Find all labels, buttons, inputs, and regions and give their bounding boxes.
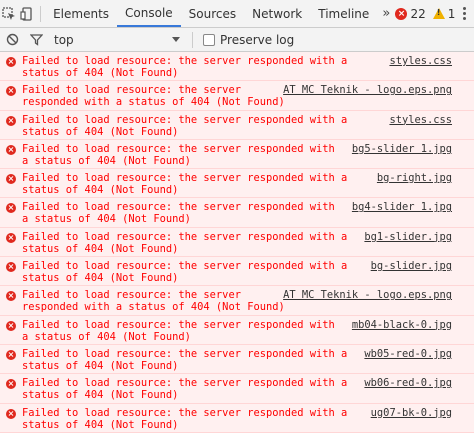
tab-elements[interactable]: Elements	[45, 0, 117, 27]
console-error-message: × ug07-bk-0.jpg Failed to load resource:…	[0, 403, 474, 433]
console-error-message: × styles.css Failed to load resource: th…	[0, 110, 474, 140]
error-icon: ×	[6, 291, 16, 302]
console-error-message: × wb06-red-0.jpg Failed to load resource…	[0, 374, 474, 404]
more-options-icon[interactable]	[459, 0, 470, 27]
console-toolbar: top Preserve log	[0, 28, 474, 52]
source-link[interactable]: AT MC Teknik - logo.eps.png	[283, 289, 452, 301]
console-log[interactable]: × styles.css Failed to load resource: th…	[0, 52, 474, 443]
error-icon: ×	[6, 262, 16, 273]
message-text: Failed to load resource: the server resp…	[22, 230, 348, 255]
inspect-element-icon[interactable]	[0, 0, 18, 28]
error-icon: ×	[6, 86, 16, 97]
source-link[interactable]: wb05-red-0.jpg	[364, 348, 452, 360]
message-text: Failed to load resource: the server resp…	[22, 172, 348, 197]
source-link[interactable]: mb04-black-0.jpg	[352, 319, 452, 331]
message-text: Failed to load resource: the server resp…	[22, 55, 348, 79]
error-icon: ×	[6, 232, 16, 243]
console-error-message: × AT MC Teknik - logo.eps.png Failed to …	[0, 81, 474, 111]
clear-console-icon[interactable]	[0, 28, 24, 52]
device-mode-icon[interactable]	[18, 0, 36, 28]
source-link[interactable]: bg-slider.jpg	[371, 260, 452, 272]
message-text: Failed to load resource: the server resp…	[22, 318, 335, 343]
chevron-down-icon	[172, 37, 180, 42]
toolbar-divider	[40, 6, 42, 22]
error-icon: ×	[6, 144, 16, 155]
console-error-message: × wb05-red-0.jpg Failed to load resource…	[0, 344, 474, 375]
console-error-message: × bg-right.jpg Failed to load resource: …	[0, 169, 474, 199]
error-icon: ×	[6, 57, 16, 67]
tab-network[interactable]: Network	[244, 0, 310, 27]
source-link[interactable]: ug07-bk-0.jpg	[371, 407, 452, 419]
console-error-message: × styles.css Failed to load resource: th…	[0, 52, 474, 82]
source-link[interactable]: bg-right.jpg	[377, 172, 452, 184]
error-icon: ×	[6, 203, 16, 214]
source-link[interactable]: styles.css	[389, 55, 452, 67]
source-link[interactable]: AT MC Teknik - logo.eps.png	[283, 84, 452, 96]
error-count: 22	[410, 6, 426, 21]
error-icon: ×	[6, 320, 16, 331]
message-text: Failed to load resource: the server resp…	[22, 260, 348, 285]
source-link[interactable]: bg1-slider.jpg	[364, 231, 452, 243]
toolbar-divider	[192, 31, 193, 48]
preserve-log-label: Preserve log	[220, 32, 295, 47]
source-link[interactable]: styles.css	[389, 114, 452, 126]
issue-counts[interactable]: × 22 1	[395, 0, 459, 27]
message-text: Failed to load resource: the server resp…	[22, 113, 348, 138]
error-icon: ×	[395, 7, 408, 20]
message-text: Failed to load resource: the server resp…	[22, 142, 335, 167]
console-error-message: × bg-slider.jpg Failed to load resource:…	[0, 257, 474, 287]
message-text: Failed to load resource: the server resp…	[22, 347, 348, 372]
error-icon: ×	[6, 408, 16, 419]
context-value: top	[54, 32, 74, 47]
tab-console[interactable]: Console	[117, 0, 181, 27]
more-tabs-button[interactable]: »	[377, 0, 395, 27]
warning-icon	[432, 8, 445, 19]
context-selector[interactable]: top	[48, 33, 188, 47]
error-icon: ×	[6, 349, 16, 360]
message-text: Failed to load resource: the server resp…	[22, 201, 335, 226]
error-icon: ×	[6, 379, 16, 390]
tab-timeline[interactable]: Timeline	[310, 0, 377, 27]
devtools-tabbar: Elements Console Sources Network Timelin…	[0, 0, 474, 28]
error-icon: ×	[6, 115, 16, 126]
filter-icon[interactable]	[24, 28, 48, 52]
message-text: Failed to load resource: the server resp…	[22, 84, 285, 109]
source-link[interactable]: bg4-slider 1.jpg	[352, 201, 452, 213]
console-error-message: × bg5-slider 1.jpg Failed to load resour…	[0, 139, 474, 170]
error-icon: ×	[6, 174, 16, 185]
tab-sources[interactable]: Sources	[181, 0, 244, 27]
message-text: Failed to load resource: the server resp…	[22, 377, 348, 402]
console-error-message: × bg1-slider.jpg Failed to load resource…	[0, 227, 474, 258]
console-error-message: × bg4-slider 1.jpg Failed to load resour…	[0, 198, 474, 228]
console-error-message: × AT MC Teknik - logo.eps.png Failed to …	[0, 286, 474, 316]
source-link[interactable]: bg5-slider 1.jpg	[352, 143, 452, 155]
source-link[interactable]: wb06-red-0.jpg	[364, 377, 452, 389]
preserve-log-toggle[interactable]: Preserve log	[203, 33, 294, 47]
message-text: Failed to load resource: the server resp…	[22, 406, 348, 431]
console-error-message: × mb04-black-0.jpg Failed to load resour…	[0, 315, 474, 345]
preserve-log-checkbox[interactable]	[203, 33, 215, 46]
warning-count: 1	[447, 6, 456, 21]
message-text: Failed to load resource: the server resp…	[22, 289, 285, 314]
